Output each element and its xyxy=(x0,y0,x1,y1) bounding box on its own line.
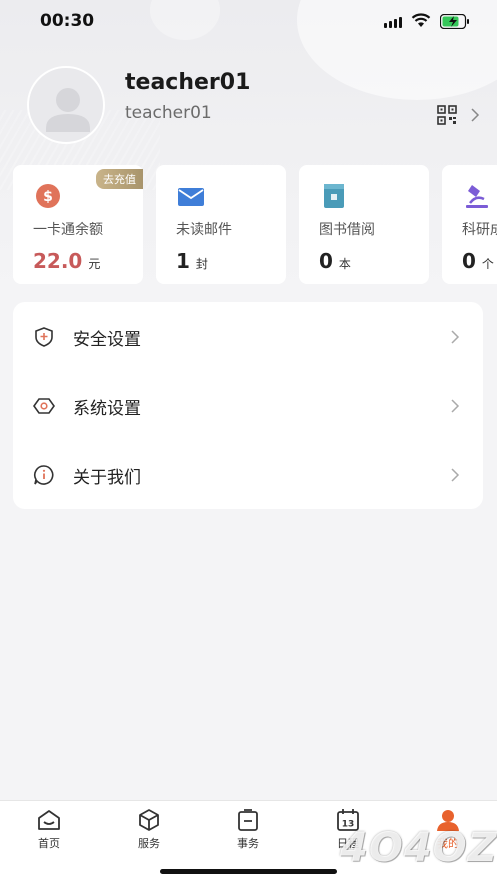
stat-label: 未读邮件 xyxy=(176,222,232,238)
stat-card-balance[interactable]: 去充值 $ 一卡通余额 22.0 元 xyxy=(13,165,143,284)
menu-item-system-settings[interactable]: 系统设置 xyxy=(13,371,483,440)
cube-icon xyxy=(139,809,159,831)
avatar[interactable] xyxy=(27,66,105,144)
tab-label: 服务 xyxy=(138,837,160,850)
stat-label: 图书借阅 xyxy=(319,222,375,238)
settings-hex-icon xyxy=(33,398,55,414)
home-icon xyxy=(38,810,60,830)
stat-label: 科研成 xyxy=(462,222,497,238)
stat-value: 22.0 元 xyxy=(33,249,101,273)
cellular-signal-icon xyxy=(384,16,404,28)
chevron-right-icon xyxy=(451,330,460,344)
menu-item-label: 系统设置 xyxy=(73,399,141,419)
settings-menu: 安全设置 系统设置 关于我们 xyxy=(13,302,483,509)
stat-value: 0本 xyxy=(319,249,351,273)
stat-label: 一卡通余额 xyxy=(33,222,103,238)
wifi-icon xyxy=(411,13,431,27)
stat-card-library[interactable]: 图书借阅 0本 xyxy=(299,165,429,284)
status-time: 00:30 xyxy=(40,11,95,31)
menu-item-security[interactable]: 安全设置 xyxy=(13,302,483,371)
status-bar: 00:30 xyxy=(0,0,497,44)
menu-item-label: 关于我们 xyxy=(73,468,141,488)
stat-card-mail[interactable]: 未读邮件 1封 xyxy=(156,165,286,284)
task-icon xyxy=(238,809,258,831)
battery-charging-icon xyxy=(440,14,469,29)
qr-code-icon[interactable] xyxy=(437,105,457,125)
chevron-right-icon xyxy=(451,399,460,413)
profile-name: teacher01 xyxy=(125,70,251,95)
info-bubble-icon xyxy=(33,465,54,485)
dollar-icon: $ xyxy=(36,184,60,208)
stat-card-research[interactable]: 科研成 0个 xyxy=(442,165,497,284)
tab-affairs[interactable]: 事务 xyxy=(218,807,278,851)
stats-row: 去充值 $ 一卡通余额 22.0元 未读邮件 1封 图书借阅 0本 科研成 0个 xyxy=(13,165,497,285)
shield-icon xyxy=(35,327,53,347)
tab-label: 首页 xyxy=(38,837,60,850)
tab-services[interactable]: 服务 xyxy=(119,807,179,851)
chevron-right-icon[interactable] xyxy=(470,107,480,123)
mail-icon xyxy=(178,188,204,206)
profile-username: teacher01 xyxy=(125,103,212,123)
tab-label: 事务 xyxy=(237,837,259,850)
stat-value: 0个 xyxy=(462,249,494,273)
microscope-icon xyxy=(466,185,488,208)
book-icon xyxy=(324,184,344,208)
chevron-right-icon xyxy=(451,468,460,482)
watermark-logo: 4O4OZ xyxy=(340,825,497,871)
menu-item-about-us[interactable]: 关于我们 xyxy=(13,440,483,509)
menu-item-label: 安全设置 xyxy=(73,330,141,350)
home-indicator xyxy=(160,869,337,874)
svg-text:$: $ xyxy=(43,189,53,205)
recharge-badge[interactable]: 去充值 xyxy=(96,169,143,189)
tab-home[interactable]: 首页 xyxy=(19,807,79,851)
stat-value: 1封 xyxy=(176,249,208,273)
